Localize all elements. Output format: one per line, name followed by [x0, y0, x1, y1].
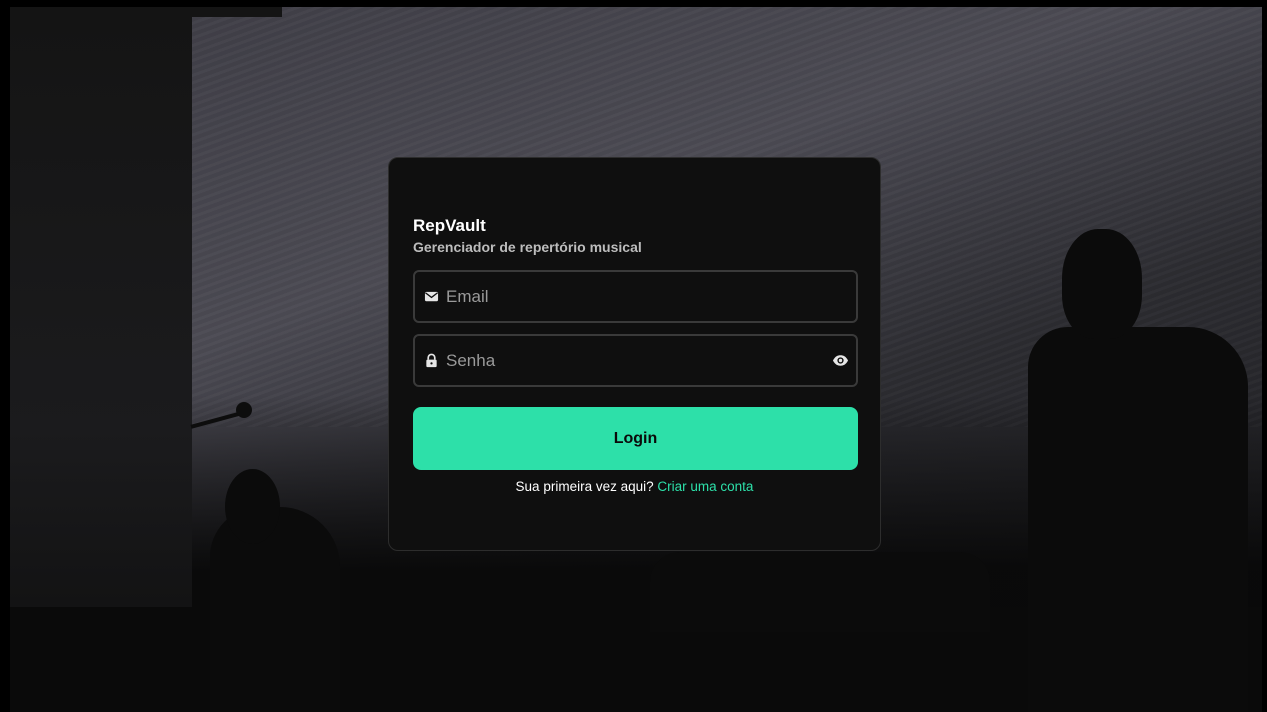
create-account-link[interactable]: Criar uma conta — [657, 479, 753, 494]
eye-icon[interactable] — [832, 352, 849, 369]
login-button[interactable]: Login — [413, 407, 858, 470]
signup-prompt-text: Sua primeira vez aqui? — [515, 479, 654, 494]
signup-prompt: Sua primeira vez aqui? Criar uma conta — [389, 479, 880, 494]
lock-icon — [426, 353, 437, 368]
app-title: RepVault — [413, 216, 486, 235]
email-input[interactable] — [446, 272, 816, 321]
password-input[interactable] — [446, 336, 816, 385]
app-subtitle: Gerenciador de repertório musical — [413, 239, 642, 255]
envelope-icon — [424, 291, 439, 302]
login-card: RepVault Gerenciador de repertório music… — [388, 157, 881, 551]
password-field[interactable] — [413, 334, 858, 387]
page: RepVault Gerenciador de repertório music… — [0, 0, 1267, 712]
email-field[interactable] — [413, 270, 858, 323]
